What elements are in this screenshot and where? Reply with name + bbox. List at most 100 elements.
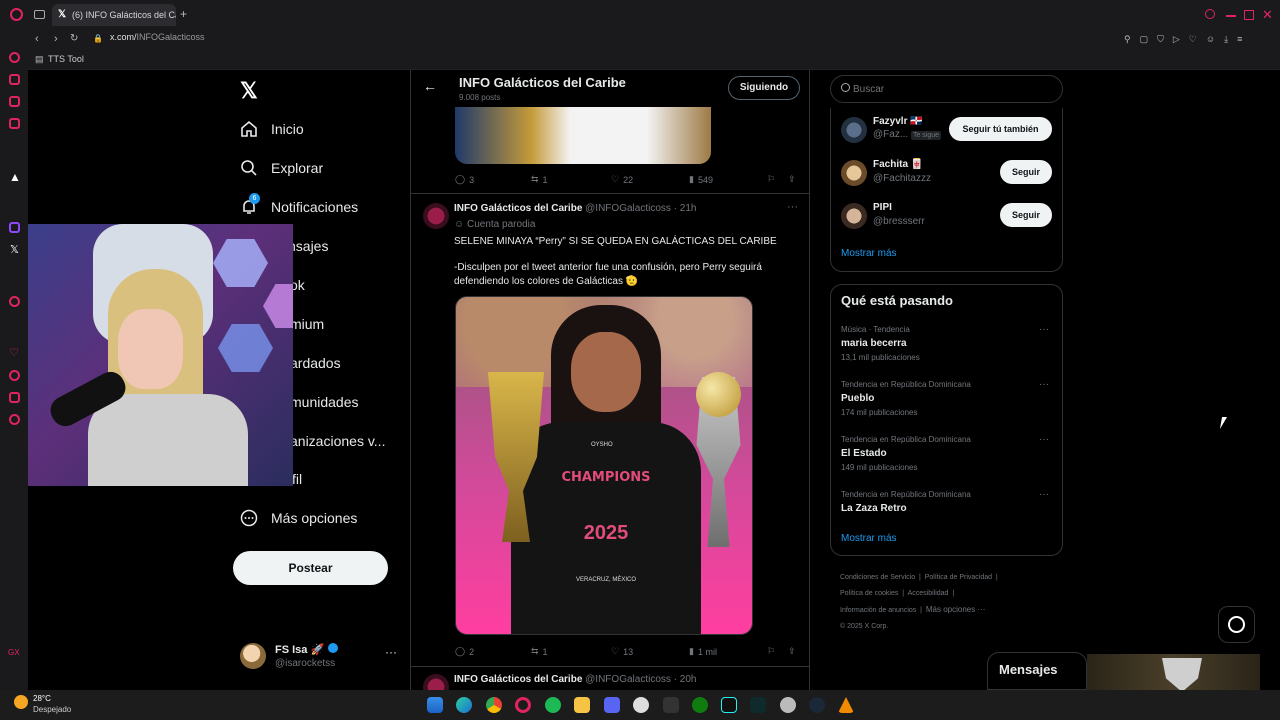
tweet-author-avatar[interactable] bbox=[423, 203, 449, 229]
sidebar-twitch-icon[interactable] bbox=[9, 222, 20, 233]
menu-icon[interactable]: ≡ bbox=[1237, 34, 1242, 45]
nav-more-options[interactable]: Más opciones bbox=[240, 506, 357, 530]
trend-item[interactable]: Tendencia en República Dominicana La Zaz… bbox=[841, 488, 1053, 516]
trend-more-icon[interactable]: ··· bbox=[1039, 488, 1049, 502]
xbox-icon[interactable] bbox=[692, 697, 708, 713]
tiktok-icon[interactable] bbox=[721, 697, 737, 713]
sidebar-extensions-icon[interactable] bbox=[9, 392, 20, 403]
player-icon[interactable]: ▷ bbox=[1173, 34, 1180, 45]
trend-item[interactable]: Tendencia en República Dominicana El Est… bbox=[841, 433, 1053, 475]
tf-app-icon[interactable] bbox=[663, 697, 679, 713]
reply-button[interactable]: ◯ 2 bbox=[455, 646, 474, 657]
discord-icon[interactable] bbox=[604, 697, 620, 713]
tab-island-icon[interactable] bbox=[34, 10, 45, 19]
snapshot-icon[interactable]: ▢ bbox=[1140, 34, 1149, 45]
tweet-more-icon[interactable]: ··· bbox=[787, 201, 798, 213]
views-button[interactable]: ▮ 549 bbox=[689, 174, 713, 185]
search-input[interactable] bbox=[853, 81, 1053, 97]
retweet-button[interactable]: ⇆ 1 bbox=[531, 174, 548, 185]
following-button[interactable]: Siguiendo bbox=[728, 76, 800, 100]
show-more-trends-link[interactable]: Mostrar más bbox=[841, 533, 897, 544]
nav-notifications[interactable]: 6 Notificaciones bbox=[240, 193, 358, 219]
next-tweet-handle[interactable]: @INFOGalacticoss · 20h bbox=[585, 674, 696, 685]
follow-suggestion[interactable]: Fazyvlr 🇩🇴 @Faz... Te sigue Seguir tú ta… bbox=[841, 114, 1053, 148]
account-switcher[interactable]: FS Isa 🚀 @isarocketss ··· bbox=[240, 640, 400, 674]
sidebar-messenger-icon[interactable] bbox=[9, 74, 20, 85]
tweet-author-name[interactable]: INFO Galácticos del Caribe bbox=[454, 203, 582, 214]
like-button[interactable]: ♡ 13 bbox=[611, 646, 633, 657]
trend-item[interactable]: Música · Tendencia maria becerra 13,1 mi… bbox=[841, 323, 1053, 365]
footer-terms[interactable]: Condiciones de Servicio bbox=[840, 574, 915, 581]
show-more-follows-link[interactable]: Mostrar más bbox=[841, 248, 897, 259]
url-field[interactable]: x.com/INFOGalacticoss bbox=[110, 32, 205, 42]
close-window-icon[interactable]: ✕ bbox=[1262, 7, 1273, 23]
pin-icon[interactable]: ⚲ bbox=[1124, 34, 1131, 45]
file-explorer-icon[interactable] bbox=[574, 697, 590, 713]
spotify-icon[interactable] bbox=[545, 697, 561, 713]
bookmark-button[interactable]: ⚐ bbox=[767, 174, 775, 185]
weather-condition[interactable]: Despejado bbox=[33, 705, 71, 714]
tweet-image[interactable]: OYSHO CHAMPIONS 2025 VERACRUZ, MÉXICO bbox=[455, 296, 753, 635]
nav-bookmarks[interactable]: ardados bbox=[290, 351, 341, 375]
nav-communities[interactable]: munidades bbox=[290, 390, 359, 414]
footer-ads-info[interactable]: Información de anuncios bbox=[840, 607, 916, 614]
nav-profile[interactable]: fil bbox=[292, 467, 302, 491]
heart-icon[interactable]: ♡ bbox=[1189, 34, 1197, 45]
shield-icon[interactable]: ⛉ bbox=[1157, 34, 1164, 45]
sidebar-aria-icon[interactable]: ▲ bbox=[9, 170, 21, 184]
nav-premium[interactable]: mium bbox=[290, 312, 324, 336]
download-icon[interactable]: ⤓ bbox=[1224, 34, 1228, 45]
follow-button[interactable]: Seguir bbox=[1000, 203, 1052, 227]
footer-more-options[interactable]: Más opciones ··· bbox=[926, 605, 986, 614]
tweet-author-avatar[interactable] bbox=[423, 674, 449, 690]
settings-icon[interactable] bbox=[780, 697, 796, 713]
new-tab-button[interactable]: + bbox=[180, 7, 187, 21]
trend-more-icon[interactable]: ··· bbox=[1039, 433, 1049, 447]
maximize-icon[interactable] bbox=[1244, 10, 1254, 20]
follow-suggestion[interactable]: Fachita 🀄 @Fachitazzz Seguir bbox=[841, 157, 1053, 191]
profile-icon[interactable]: ☺ bbox=[1206, 34, 1215, 45]
footer-accessibility[interactable]: Accesibilidad bbox=[908, 590, 949, 597]
forward-icon[interactable]: › bbox=[54, 33, 58, 45]
share-button[interactable]: ⇪ bbox=[788, 174, 796, 185]
post-button[interactable]: Postear bbox=[233, 551, 388, 585]
messages-drawer[interactable]: Mensajes bbox=[987, 652, 1087, 690]
sidebar-heart-icon[interactable]: ♡ bbox=[9, 346, 19, 359]
sidebar-history-icon[interactable] bbox=[9, 370, 20, 381]
views-button[interactable]: ▮ 1 mil bbox=[689, 646, 717, 657]
weather-temp[interactable]: 28°C bbox=[33, 694, 51, 703]
minimize-icon[interactable] bbox=[1226, 15, 1236, 17]
x-logo-icon[interactable]: 𝕏 bbox=[240, 78, 258, 104]
browser-tab[interactable]: 𝕏 (6) INFO Galácticos del Ca bbox=[52, 4, 176, 26]
share-button[interactable]: ⇪ bbox=[788, 646, 796, 657]
search-box[interactable] bbox=[830, 75, 1063, 103]
grok-button[interactable] bbox=[1218, 606, 1255, 643]
follow-suggestion[interactable]: PIPI @bressserr Seguir bbox=[841, 200, 1053, 234]
trend-item[interactable]: Tendencia en República Dominicana Pueblo… bbox=[841, 378, 1053, 420]
reply-button[interactable]: ◯ 3 bbox=[455, 174, 474, 185]
opera-logo-icon[interactable] bbox=[10, 8, 23, 21]
sidebar-x-icon[interactable]: 𝕏 bbox=[10, 243, 19, 256]
sidebar-player-icon[interactable] bbox=[9, 296, 20, 307]
follow-button[interactable]: Seguir bbox=[1000, 160, 1052, 184]
like-button[interactable]: ♡ 22 bbox=[611, 174, 633, 185]
sidebar-instagram-icon[interactable] bbox=[9, 118, 20, 129]
reload-icon[interactable]: ↻ bbox=[70, 33, 78, 44]
steam-icon[interactable] bbox=[809, 697, 825, 713]
audio-app-icon[interactable] bbox=[750, 697, 766, 713]
opera-gx-icon[interactable] bbox=[515, 697, 531, 713]
obs-icon[interactable] bbox=[633, 697, 649, 713]
footer-privacy[interactable]: Política de Privacidad bbox=[925, 574, 992, 581]
bookmark-tts-tool[interactable]: TTS Tool bbox=[48, 54, 84, 64]
bookmark-button[interactable]: ⚐ bbox=[767, 646, 775, 657]
back-arrow-icon[interactable]: ← bbox=[423, 78, 437, 94]
footer-cookies[interactable]: Política de cookies bbox=[840, 590, 898, 597]
next-tweet-author[interactable]: INFO Galácticos del Caribe bbox=[454, 674, 582, 685]
nav-explore[interactable]: Explorar bbox=[240, 156, 323, 180]
chrome-icon[interactable] bbox=[486, 697, 502, 713]
account-more-icon[interactable]: ··· bbox=[385, 645, 397, 659]
sidebar-gx-icon[interactable]: GX bbox=[8, 648, 20, 657]
sidebar-settings-icon[interactable] bbox=[9, 414, 20, 425]
follow-back-button[interactable]: Seguir tú también bbox=[949, 117, 1052, 141]
back-icon[interactable]: ‹ bbox=[35, 33, 39, 45]
